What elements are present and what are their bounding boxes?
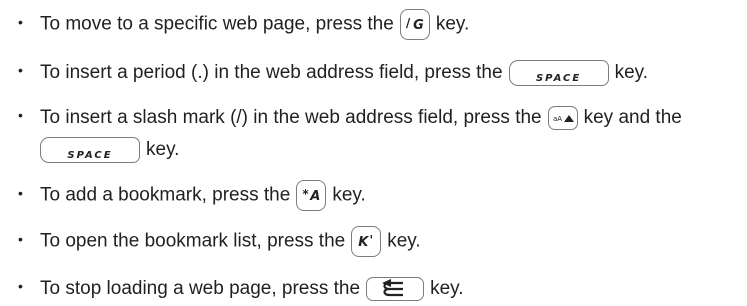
key-label: SPACE [535,72,582,84]
item-text: key. [146,139,180,161]
item-text: To insert a period (.) in the web addres… [40,62,503,83]
apostrophe-k-key-icon: ' K [351,226,382,257]
bullet-icon: • [18,278,23,294]
key-bottom-char: G [413,18,424,33]
bullet-icon: • [18,62,23,78]
alt-key-icon: aA [547,105,578,130]
back-arrow-icon [366,276,425,301]
bullet-icon: • [18,107,23,123]
item-text: key and the [583,107,682,128]
space-key-icon: SPACE [508,59,609,86]
bullet-icon: • [18,184,23,201]
list-item: • To insert a period (.) in the web addre… [18,58,648,86]
item-text: To add a bookmark, press the [40,184,291,206]
item-text: key. [332,184,366,206]
list-item: • To insert a slash mark (/) in the web a… [18,103,682,130]
key-bottom-char: K [358,235,369,250]
list-item: • To open the bookmark list, press the ' Kk… [18,226,421,257]
key-label: SPACE [67,150,113,161]
key-top-char: ' [369,233,374,247]
item-text: key. [430,278,464,299]
slash-g-key-icon: / G [399,9,430,40]
item-text: key. [614,62,649,83]
item-text: To open the bookmark list, press the [40,230,346,252]
item-text: To insert a slash mark (/) in the web ad… [40,107,542,128]
key-top-char: * [302,187,309,201]
bullet-icon: • [18,13,23,30]
star-a-key-icon: * A [296,180,327,211]
list-item: • To move to a specific web page, press t… [18,9,469,40]
space-key-icon: SPACE [40,137,140,163]
svg-text:aA: aA [553,115,562,123]
bullet-icon: • [18,230,23,247]
list-item: • To add a bookmark, press the * Akey. [18,180,366,211]
item-text: To move to a specific web page, press th… [40,13,394,35]
list-item: • To stop loading a web page, press the ke… [18,274,464,301]
list-item-continuation: SPACE key. [40,137,179,163]
bullet-list: • To move to a specific web page, press t… [0,0,747,306]
item-text: key. [435,13,470,35]
key-top-char: / [405,16,411,30]
item-text: To stop loading a web page, press the [40,278,361,299]
key-bottom-char: A [310,189,321,204]
item-text: key. [387,230,421,252]
